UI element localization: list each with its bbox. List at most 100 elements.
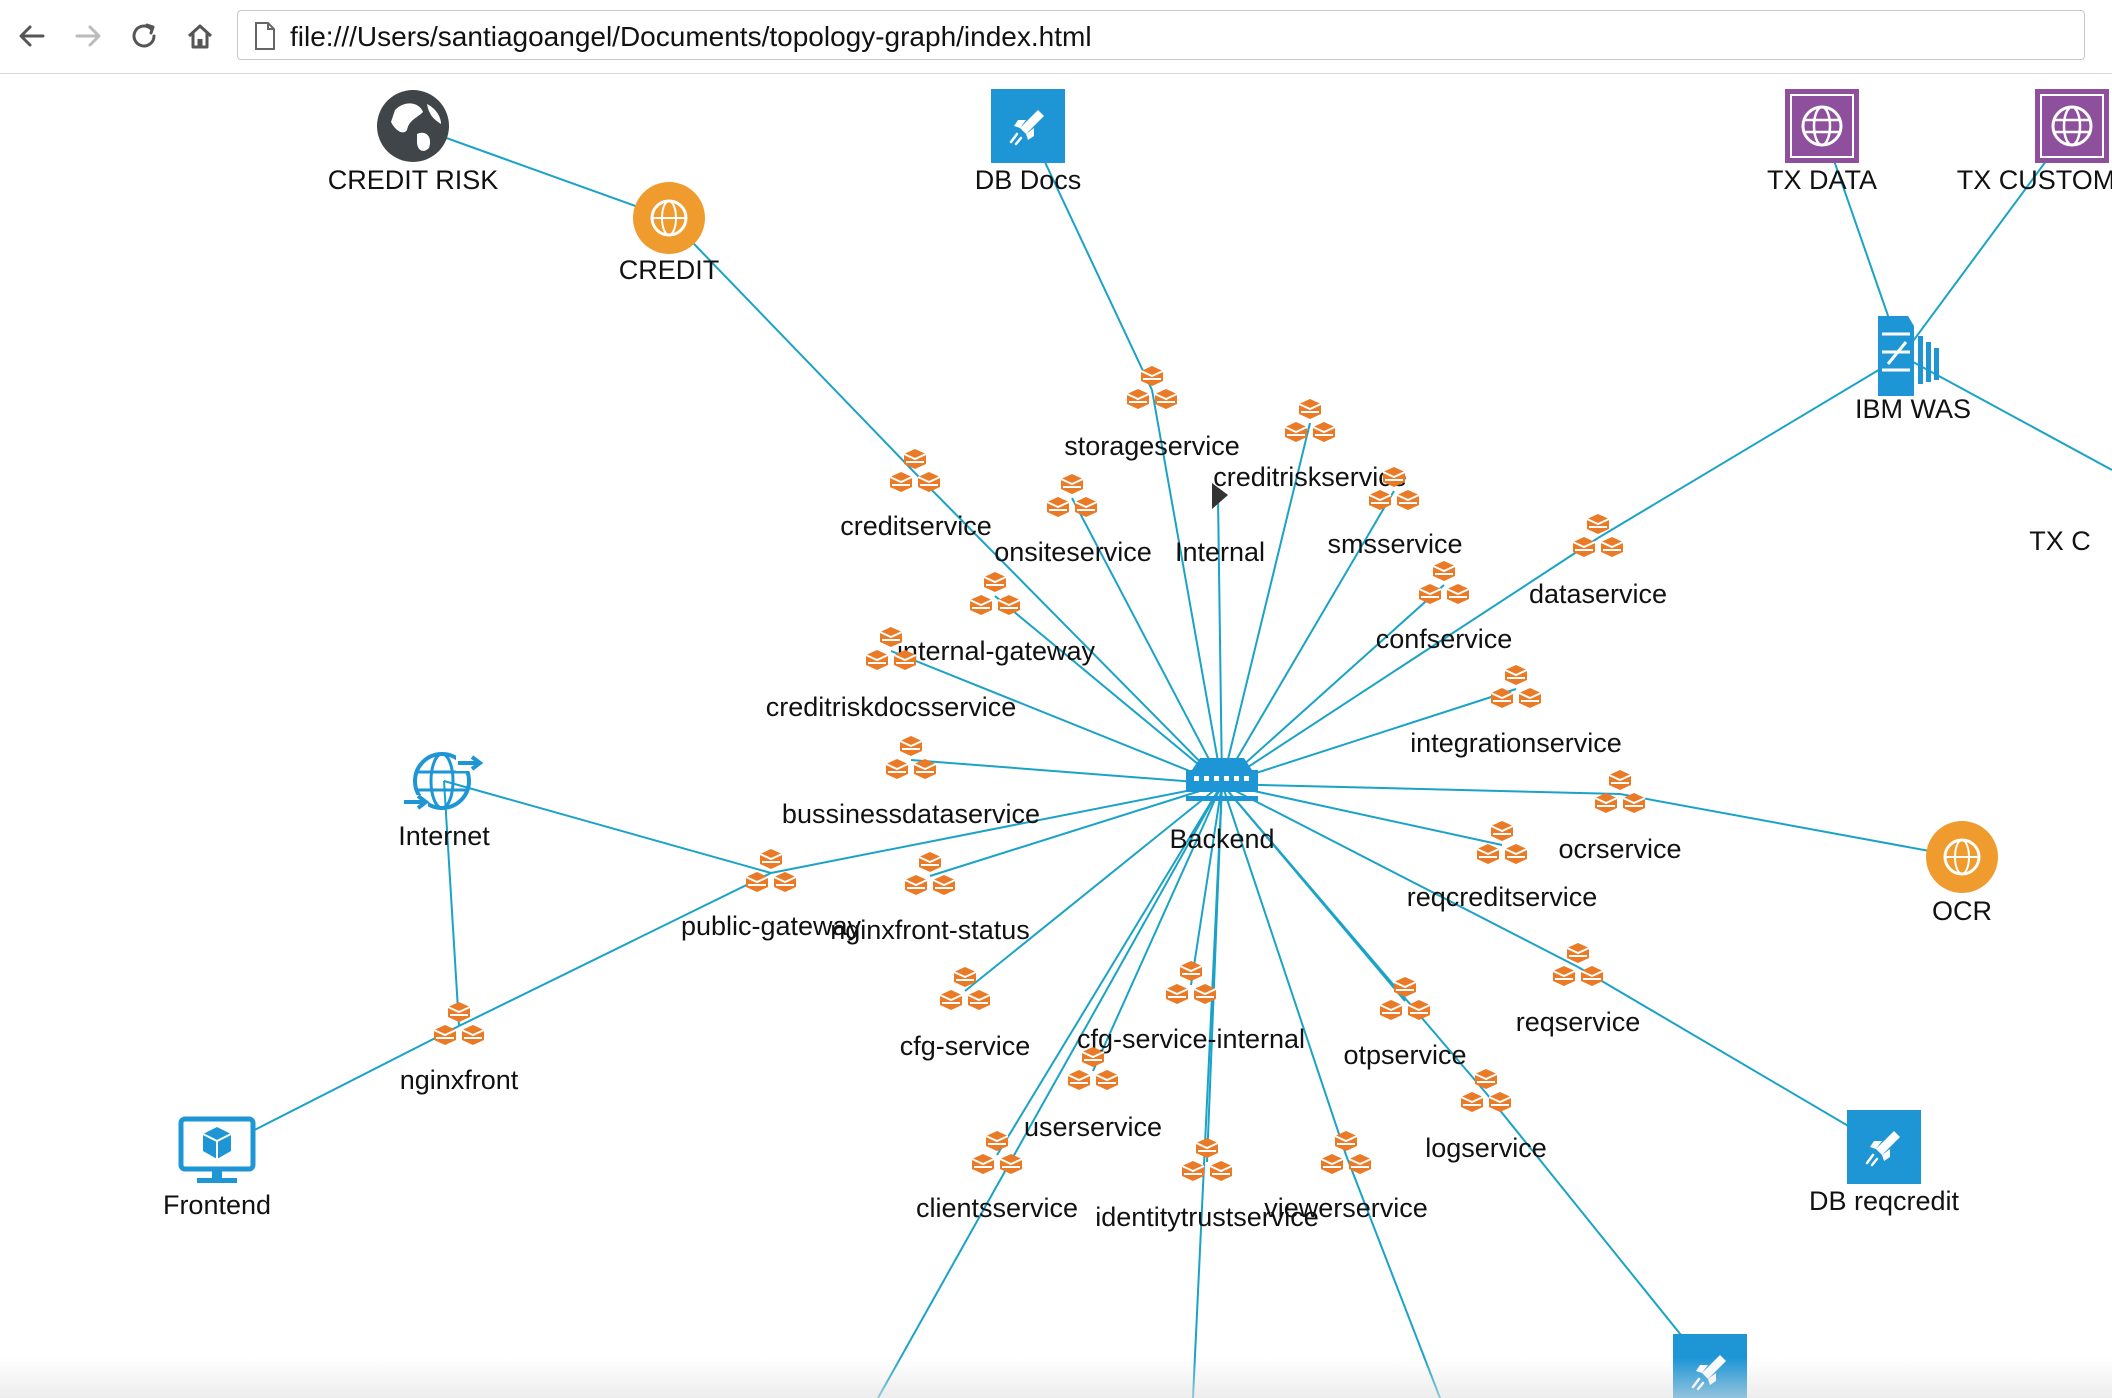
internet-icon: [402, 752, 484, 810]
node-ocr[interactable]: OCR: [1926, 821, 1998, 926]
node-credit-risk[interactable]: CREDIT RISK: [328, 90, 499, 195]
node-internal[interactable]: Internal: [1175, 483, 1265, 567]
node-label-reqcreditservice: reqcreditservice: [1407, 882, 1598, 912]
node-label-credit-risk: CREDIT RISK: [328, 165, 499, 195]
service-icon: [939, 967, 991, 1010]
edge-ibm-was-dataservice: [1597, 355, 1903, 539]
node-db-bottom[interactable]: [1673, 1334, 1747, 1398]
node-integrationservice[interactable]: integrationservice: [1410, 665, 1622, 758]
node-cfg-service[interactable]: cfg-service: [900, 967, 1031, 1061]
node-otpservice[interactable]: otpservice: [1343, 977, 1467, 1070]
browser-toolbar: file:///Users/santiagoangel/Documents/to…: [0, 0, 2112, 74]
node-label-integrationservice: integrationservice: [1410, 728, 1622, 758]
node-label-onsiteservice: onsiteservice: [994, 537, 1152, 567]
web-icon: [633, 182, 705, 254]
node-label-userservice: userservice: [1024, 1112, 1162, 1142]
node-label-ocrservice: ocrservice: [1558, 834, 1681, 864]
node-label-ocr: OCR: [1932, 896, 1992, 926]
node-label-clientsservice: clientsservice: [916, 1193, 1078, 1223]
tx-globe-icon: [1785, 89, 1859, 163]
node-frontend[interactable]: Frontend: [163, 1116, 271, 1220]
forward-button[interactable]: [64, 12, 112, 60]
node-label-nginxfront-status: nginxfront-status: [830, 915, 1030, 945]
node-label-backend: Backend: [1169, 824, 1274, 854]
address-bar[interactable]: file:///Users/santiagoangel/Documents/to…: [237, 10, 2085, 60]
tx-globe-icon: [2035, 89, 2109, 163]
edge-internal-gateway-backend: [994, 595, 1223, 785]
node-label-credit: CREDIT: [619, 255, 720, 285]
node-label-cfg-service: cfg-service: [900, 1031, 1031, 1061]
node-label-reqservice: reqservice: [1516, 1007, 1641, 1037]
node-label-smsservice: smsservice: [1327, 529, 1462, 559]
service-icon: [1594, 770, 1646, 813]
node-internal-gateway[interactable]: internal-gateway: [897, 572, 1096, 666]
node-tx-custom[interactable]: TX CUSTOM: [1957, 89, 2112, 195]
node-nginxfront[interactable]: nginxfront: [400, 1002, 519, 1095]
node-logservice[interactable]: logservice: [1425, 1069, 1547, 1163]
node-ocrservice[interactable]: ocrservice: [1558, 770, 1682, 864]
edge-bussinessdataservice-backend: [910, 759, 1223, 785]
node-label-logservice: logservice: [1425, 1133, 1547, 1163]
node-label-internal: Internal: [1175, 537, 1265, 567]
service-icon: [1476, 821, 1528, 864]
node-label-bussinessdataservice: bussinessdataservice: [782, 799, 1040, 829]
node-label-dataservice: dataservice: [1529, 579, 1667, 609]
service-icon: [1460, 1069, 1512, 1112]
node-label-creditservice: creditservice: [840, 511, 992, 541]
node-creditservice[interactable]: creditservice: [840, 449, 992, 541]
globe-icon: [377, 90, 449, 162]
node-clientsservice[interactable]: clientsservice: [916, 1131, 1078, 1223]
node-credit[interactable]: CREDIT: [619, 182, 720, 285]
node-dataservice[interactable]: dataservice: [1529, 514, 1667, 609]
node-cfg-service-internal[interactable]: cfg-service-internal: [1077, 961, 1305, 1054]
node-onsiteservice[interactable]: onsiteservice: [994, 474, 1152, 567]
home-button[interactable]: [176, 12, 224, 60]
edge-ocrservice-backend: [1221, 783, 1621, 795]
node-label-tx-c: TX C: [2029, 526, 2091, 556]
node-db-reqcredit[interactable]: DB reqcredit: [1809, 1110, 1960, 1216]
file-icon: [255, 22, 275, 50]
node-label-tx-custom: TX CUSTOM: [1957, 165, 2112, 195]
service-icon: [885, 736, 937, 779]
topology-graph[interactable]: CREDIT RISK CREDIT DB Docs TX DATA TX CUSTOM…: [0, 74, 2112, 1398]
service-icon: [1490, 665, 1542, 708]
node-internet[interactable]: Internet: [398, 752, 490, 851]
node-label-creditriskdocsservice: creditriskdocsservice: [766, 692, 1017, 722]
database-rocket-icon: [1847, 1110, 1921, 1184]
node-label-internet: Internet: [398, 821, 490, 851]
node-tx-c[interactable]: TX C: [2029, 526, 2091, 556]
node-reqservice[interactable]: reqservice: [1516, 943, 1641, 1037]
node-label-db-docs: DB Docs: [975, 165, 1082, 195]
service-icon: [1418, 561, 1470, 604]
edge-internet-nginxfront: [443, 780, 460, 1027]
node-nginxfront-status[interactable]: nginxfront-status: [830, 852, 1030, 945]
service-icon: [1126, 366, 1178, 409]
node-userservice[interactable]: userservice: [1024, 1047, 1162, 1142]
edge-offscreen-2: [1345, 1154, 1441, 1398]
edge-public-gateway-internet: [443, 780, 772, 874]
node-label-ibm-was: IBM WAS: [1855, 394, 1971, 424]
web-icon: [1926, 821, 1998, 893]
database-rocket-icon: [991, 89, 1065, 163]
graph-nodes: CREDIT RISK CREDIT DB Docs TX DATA TX CUSTOM…: [163, 89, 2112, 1398]
service-icon: [1284, 399, 1336, 442]
node-bussinessdataservice[interactable]: bussinessdataservice: [782, 736, 1040, 829]
url-text: file:///Users/santiagoangel/Documents/to…: [290, 21, 1092, 52]
node-creditriskservice[interactable]: creditriskservice: [1213, 399, 1407, 492]
node-tx-data[interactable]: TX DATA: [1767, 89, 1877, 195]
node-storageservice[interactable]: storageservice: [1064, 366, 1240, 461]
database-rocket-icon: [1673, 1334, 1747, 1398]
topology-canvas[interactable]: CREDIT RISK CREDIT DB Docs TX DATA TX CUSTOM…: [0, 74, 2112, 1398]
server-icon: [1878, 316, 1939, 396]
node-viewerservice[interactable]: viewerservice: [1264, 1131, 1428, 1223]
node-db-docs[interactable]: DB Docs: [975, 89, 1082, 195]
edge-public-gateway-nginxfront: [458, 872, 772, 1027]
back-button[interactable]: [8, 12, 56, 60]
node-label-cfg-service-internal: cfg-service-internal: [1077, 1024, 1305, 1054]
node-ibm-was[interactable]: IBM WAS: [1855, 316, 1971, 424]
service-icon: [1572, 514, 1624, 557]
back-arrow-icon: [19, 25, 45, 47]
node-label-internal-gateway: internal-gateway: [897, 636, 1096, 666]
service-icon: [1046, 474, 1098, 517]
reload-button[interactable]: [120, 12, 168, 60]
